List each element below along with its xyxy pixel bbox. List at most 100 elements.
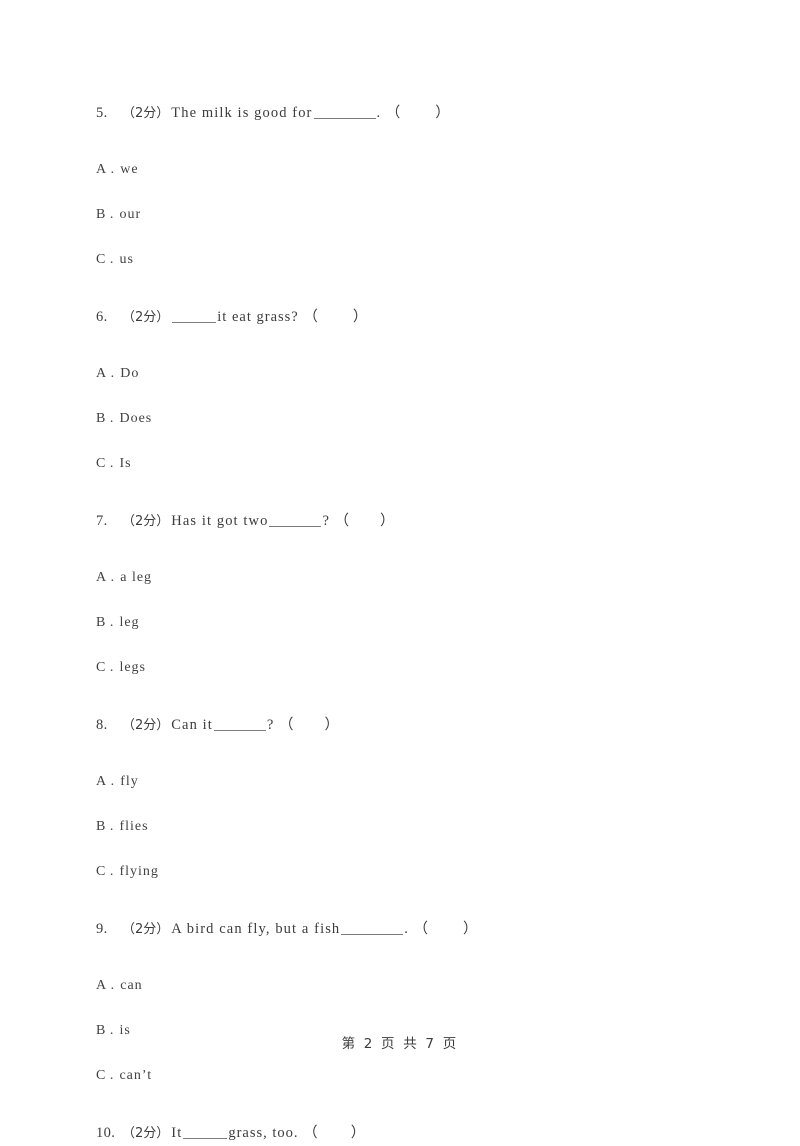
question-paren-close: ） <box>350 1124 367 1141</box>
option-5-c[interactable]: C . us <box>96 237 716 282</box>
option-9-c[interactable]: C . can’t <box>96 1053 716 1098</box>
question-text-before: A bird can fly, but a fish <box>171 920 341 937</box>
question-block-9: 9. （2分） A bird can fly, but a fish . （ ）… <box>96 916 716 1098</box>
question-text-after: . （ <box>376 104 402 121</box>
question-stem-10: 10. （2分） It grass, too. （ ） <box>96 1120 716 1146</box>
option-letter: C <box>96 1067 106 1083</box>
option-dot: . <box>109 863 115 879</box>
option-letter: C <box>96 251 106 267</box>
question-paren-close: ） <box>324 716 340 733</box>
option-7-c[interactable]: C . legs <box>96 645 716 690</box>
option-dot: . <box>109 410 115 426</box>
option-5-b[interactable]: B . our <box>96 192 716 237</box>
option-letter: A <box>96 569 107 585</box>
answer-blank[interactable] <box>183 1127 228 1139</box>
option-text: fly <box>120 773 139 789</box>
option-text: Is <box>119 455 132 471</box>
option-7-b[interactable]: B . leg <box>96 600 716 645</box>
option-dot: . <box>109 455 115 471</box>
option-6-c[interactable]: C . Is <box>96 441 716 486</box>
answer-blank[interactable] <box>341 923 404 935</box>
option-letter: A <box>96 977 107 993</box>
option-text: Does <box>119 410 153 426</box>
option-letter: A <box>96 773 107 789</box>
option-text: our <box>119 206 142 222</box>
question-text-before: The milk is good for <box>171 104 313 121</box>
answer-blank[interactable] <box>269 515 322 527</box>
option-letter: B <box>96 410 106 426</box>
option-text: can’t <box>119 1067 153 1083</box>
question-number: 8. <box>96 716 108 733</box>
question-score: （2分） <box>122 921 170 937</box>
question-text-before: Can it <box>171 716 213 733</box>
option-text: can <box>120 977 143 993</box>
question-paren-close: ） <box>463 920 479 937</box>
page-footer: 第 2 页 共 7 页 <box>341 1036 459 1052</box>
question-paren-close: ） <box>352 308 369 325</box>
option-6-b[interactable]: B . Does <box>96 396 716 441</box>
option-dot: . <box>110 977 116 993</box>
question-stem-6: 6. （2分） it eat grass? （ ） <box>96 304 716 330</box>
question-paren-close: ） <box>380 512 396 529</box>
question-score: （2分） <box>122 513 170 529</box>
question-text-after: . （ <box>404 920 430 937</box>
question-block-7: 7. （2分） Has it got two ? （ ） A . a leg B… <box>96 508 716 690</box>
option-text: Do <box>120 365 140 381</box>
question-block-6: 6. （2分） it eat grass? （ ） A . Do B . Doe… <box>96 304 716 486</box>
option-letter: C <box>96 863 106 879</box>
option-8-a[interactable]: A . fly <box>96 759 716 804</box>
question-text-after: it eat grass? （ <box>217 308 319 325</box>
option-dot: . <box>109 206 115 222</box>
option-text: flying <box>119 863 159 879</box>
question-stem-8: 8. （2分） Can it ? （ ） <box>96 712 716 738</box>
option-dot: . <box>109 659 115 675</box>
option-text: leg <box>119 614 140 630</box>
option-letter: C <box>96 659 106 675</box>
question-score: （2分） <box>122 1125 170 1141</box>
option-dot: . <box>110 773 116 789</box>
option-dot: . <box>109 1067 115 1083</box>
question-number: 5. <box>96 104 108 121</box>
option-text: we <box>120 161 139 177</box>
option-text: us <box>119 251 134 267</box>
question-stem-7: 7. （2分） Has it got two ? （ ） <box>96 508 716 534</box>
question-number: 6. <box>96 308 108 325</box>
option-dot: . <box>110 365 116 381</box>
option-letter: C <box>96 455 106 471</box>
option-dot: . <box>109 614 115 630</box>
option-letter: B <box>96 614 106 630</box>
question-paren-close: ） <box>435 104 451 121</box>
option-8-b[interactable]: B . flies <box>96 804 716 849</box>
option-letter: A <box>96 365 107 381</box>
option-5-a[interactable]: A . we <box>96 147 716 192</box>
option-8-c[interactable]: C . flying <box>96 849 716 894</box>
question-score: （2分） <box>122 309 170 325</box>
option-text: a leg <box>120 569 153 585</box>
option-dot: . <box>110 569 116 585</box>
question-text-after: ? （ <box>322 512 351 529</box>
question-stem-9: 9. （2分） A bird can fly, but a fish . （ ） <box>96 916 716 942</box>
question-text-before: Has it got two <box>171 512 269 529</box>
question-number: 7. <box>96 512 108 529</box>
question-list: 5. （2分） The milk is good for . （ ） A . w… <box>96 100 716 1146</box>
option-dot: . <box>110 161 116 177</box>
answer-blank[interactable] <box>213 719 266 731</box>
question-text-after: ? （ <box>266 716 295 733</box>
answer-blank[interactable] <box>172 311 217 323</box>
option-7-a[interactable]: A . a leg <box>96 555 716 600</box>
question-block-8: 8. （2分） Can it ? （ ） A . fly B . flies C… <box>96 712 716 894</box>
option-9-a[interactable]: A . can <box>96 963 716 1008</box>
question-text-after: grass, too. （ <box>228 1124 319 1141</box>
question-stem-5: 5. （2分） The milk is good for . （ ） <box>96 100 716 126</box>
option-6-a[interactable]: A . Do <box>96 351 716 396</box>
answer-blank[interactable] <box>313 107 376 119</box>
question-number: 10. <box>96 1124 116 1141</box>
option-dot: . <box>109 251 115 267</box>
